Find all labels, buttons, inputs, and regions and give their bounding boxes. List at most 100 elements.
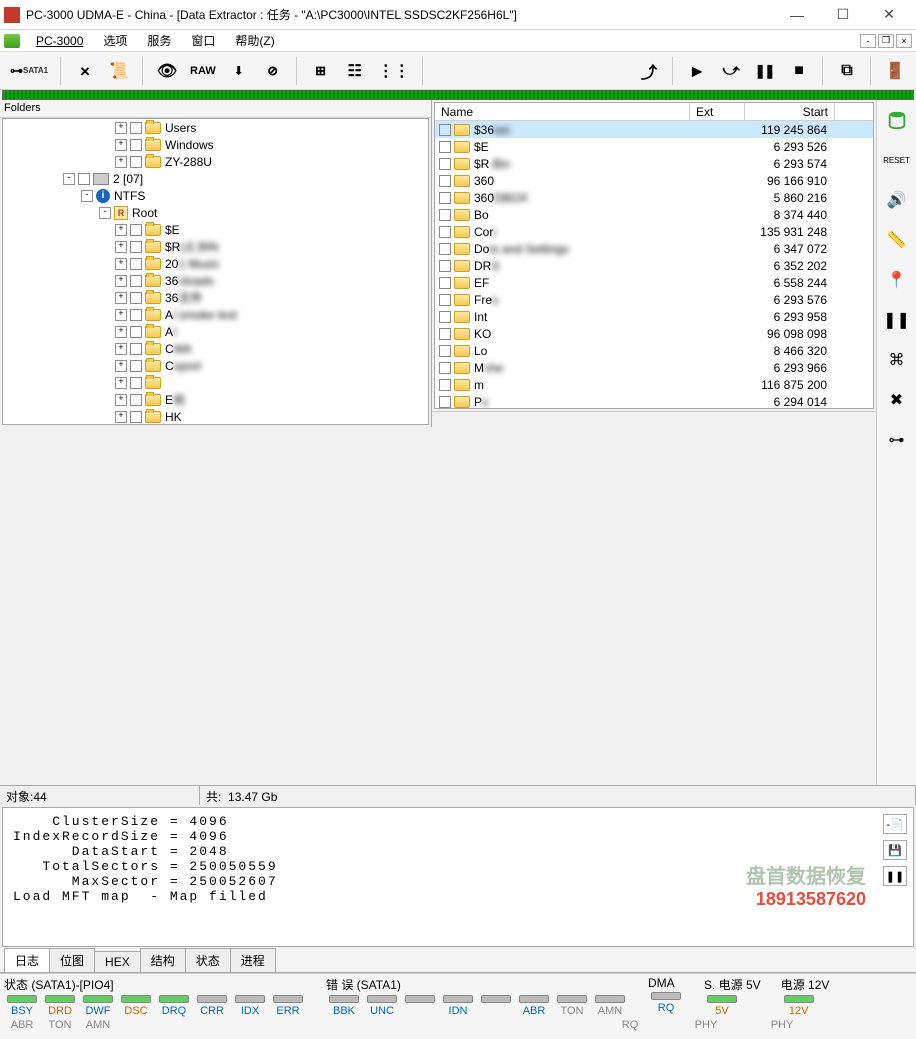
menu-app[interactable]: PC-3000: [28, 32, 91, 50]
tree-expand[interactable]: +: [115, 224, 127, 236]
tree-checkbox[interactable]: [130, 309, 142, 321]
file-list[interactable]: Name Ext Start $36ion119 245 864$E6 293 …: [434, 102, 874, 409]
list-row[interactable]: Bo8 374 440: [435, 206, 873, 223]
tree-row[interactable]: +E尚: [3, 391, 428, 408]
db-icon[interactable]: [883, 106, 911, 134]
tree-row[interactable]: +Users: [3, 119, 428, 136]
tree-expand[interactable]: +: [115, 241, 127, 253]
tree-expand[interactable]: +: [115, 309, 127, 321]
row-checkbox[interactable]: [439, 243, 451, 255]
tree-expand[interactable]: +: [115, 394, 127, 406]
row-checkbox[interactable]: [439, 277, 451, 289]
tree-expand[interactable]: +: [115, 156, 127, 168]
script-button[interactable]: 📜: [104, 56, 134, 86]
list-row[interactable]: Cori135 931 248: [435, 223, 873, 240]
tree-checkbox[interactable]: [130, 411, 142, 423]
list-row[interactable]: Dots and Settings6 347 072: [435, 240, 873, 257]
tree-row[interactable]: +At: [3, 323, 428, 340]
tree-checkbox[interactable]: [78, 173, 90, 185]
list-row[interactable]: KO96 098 098: [435, 325, 873, 342]
tree-row[interactable]: -iNTFS: [3, 187, 428, 204]
tree-row[interactable]: +HK: [3, 408, 428, 425]
list-row[interactable]: 360DBOX5 860 216: [435, 189, 873, 206]
tools-button[interactable]: ✕: [70, 56, 100, 86]
tree-row[interactable]: +Windows: [3, 136, 428, 153]
tree-expand[interactable]: +: [115, 292, 127, 304]
log-save-button[interactable]: 💾: [883, 840, 907, 860]
list-row[interactable]: Fres6 293 576: [435, 291, 873, 308]
tree-expand[interactable]: -: [63, 173, 75, 185]
tree-checkbox[interactable]: [130, 343, 142, 355]
down-icon-button[interactable]: ⬇: [224, 56, 254, 86]
tree-checkbox[interactable]: [130, 275, 142, 287]
tree-row[interactable]: +36文件: [3, 289, 428, 306]
tab-HEX[interactable]: HEX: [94, 951, 141, 972]
row-checkbox[interactable]: [439, 260, 451, 272]
menu-帮助(Z)[interactable]: 帮助(Z): [227, 30, 282, 51]
maximize-button[interactable]: ☐: [820, 0, 866, 30]
row-checkbox[interactable]: [439, 141, 451, 153]
play-button[interactable]: ▶: [682, 56, 712, 86]
list-row[interactable]: Ps6 294 014: [435, 393, 873, 409]
row-checkbox[interactable]: [439, 124, 451, 136]
tree-expand[interactable]: +: [115, 343, 127, 355]
tree-row[interactable]: -2 [07]: [3, 170, 428, 187]
row-checkbox[interactable]: [439, 175, 451, 187]
pause-button[interactable]: ❚❚: [750, 56, 780, 86]
sound-icon[interactable]: 🔊: [883, 186, 911, 214]
col-start[interactable]: Start: [745, 103, 835, 120]
minimize-button[interactable]: —: [774, 0, 820, 30]
mdi-minimize[interactable]: -: [860, 34, 876, 48]
row-checkbox[interactable]: [439, 311, 451, 323]
list-row[interactable]: m116 875 200: [435, 376, 873, 393]
tree-checkbox[interactable]: [130, 156, 142, 168]
tree-row[interactable]: +$RLE.BIN: [3, 238, 428, 255]
list-row[interactable]: $R.Bin6 293 574: [435, 155, 873, 172]
export-button[interactable]: ⤴: [634, 56, 664, 86]
list-row[interactable]: Lo8 466 320: [435, 342, 873, 359]
list-row[interactable]: 36096 166 910: [435, 172, 873, 189]
list-row[interactable]: $36ion119 245 864: [435, 121, 873, 138]
list1-button[interactable]: ⊞: [306, 56, 336, 86]
row-checkbox[interactable]: [439, 345, 451, 357]
tree-expand[interactable]: +: [115, 326, 127, 338]
menu-服务[interactable]: 服务: [139, 30, 179, 51]
tree-row[interactable]: +Al smoke test: [3, 306, 428, 323]
pause-side-icon[interactable]: ❚❚: [883, 306, 911, 334]
menu-选项[interactable]: 选项: [95, 30, 135, 51]
tree-row[interactable]: +36nloads: [3, 272, 428, 289]
tree-row[interactable]: +CMA: [3, 340, 428, 357]
tree-checkbox[interactable]: [130, 360, 142, 372]
tree-expand[interactable]: +: [115, 360, 127, 372]
tree-checkbox[interactable]: [130, 224, 142, 236]
close-button[interactable]: ✕: [866, 0, 912, 30]
tree-checkbox[interactable]: [130, 394, 142, 406]
tree-checkbox[interactable]: [130, 139, 142, 151]
col-ext[interactable]: Ext: [690, 103, 745, 120]
row-checkbox[interactable]: [439, 192, 451, 204]
raw-button[interactable]: RAW: [186, 56, 220, 86]
graph-button[interactable]: ⋮⋮: [374, 56, 414, 86]
tree-row[interactable]: +201 Music: [3, 255, 428, 272]
row-checkbox[interactable]: [439, 226, 451, 238]
reset-icon[interactable]: RESET: [883, 146, 911, 174]
tree-row[interactable]: +ZY-288U: [3, 153, 428, 170]
tree-checkbox[interactable]: [130, 326, 142, 338]
list-hscroll[interactable]: [432, 411, 876, 427]
tree-expand[interactable]: +: [115, 411, 127, 423]
step-button[interactable]: ⤻: [716, 56, 746, 86]
tree-expand[interactable]: +: [115, 275, 127, 287]
row-checkbox[interactable]: [439, 294, 451, 306]
tree-row[interactable]: -RRoot: [3, 204, 428, 221]
list-row[interactable]: Int6 293 958: [435, 308, 873, 325]
row-checkbox[interactable]: [439, 362, 451, 374]
sata-port-button[interactable]: ⊶SATA1: [6, 56, 52, 86]
search-button[interactable]: 👁: [152, 56, 182, 86]
menu-窗口[interactable]: 窗口: [183, 30, 223, 51]
log-pause-button[interactable]: ❚❚: [883, 866, 907, 886]
cross-icon[interactable]: ✖: [883, 386, 911, 414]
connector-icon[interactable]: ⊶: [883, 426, 911, 454]
list2-button[interactable]: ☷: [340, 56, 370, 86]
tree-row[interactable]: +Ceport: [3, 357, 428, 374]
row-checkbox[interactable]: [439, 396, 451, 408]
